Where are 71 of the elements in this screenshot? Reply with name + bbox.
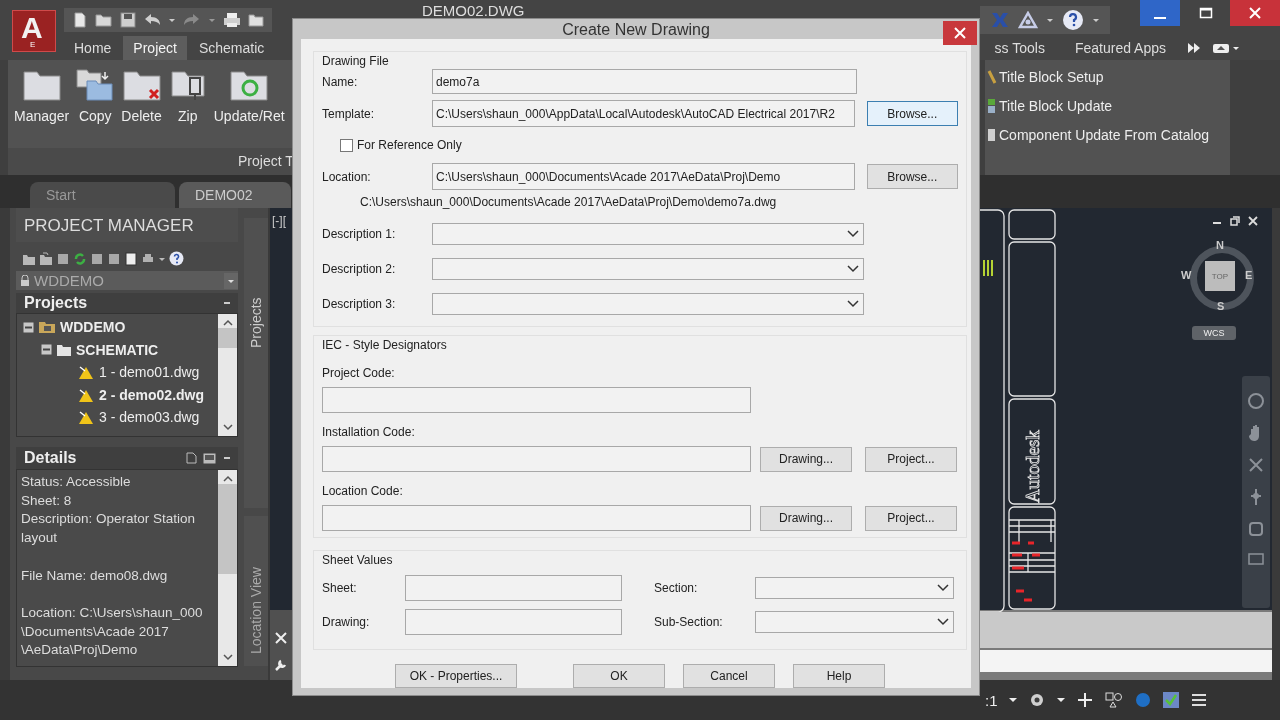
dialog-button[interactable]: Drawing... [760, 505, 852, 531]
dialog-button[interactable]: OK - Properties... [395, 664, 517, 688]
tree-item[interactable]: 3 - demo03.dwg [99, 409, 200, 426]
tree-item[interactable]: 1 - demo01.dwg [99, 364, 200, 381]
ribbon-tab[interactable]: Project [123, 36, 187, 60]
ribbon-button[interactable]: Update/Ret [213, 68, 285, 148]
section-title: Details [24, 449, 77, 467]
ribbon-tab[interactable]: Schematic [188, 36, 275, 60]
ribbon-tab[interactable]: Featured Apps [1064, 36, 1176, 60]
dialog-title: Create New Drawing [562, 20, 710, 39]
detail-text: File Name: demo08.dwg [21, 566, 169, 585]
ribbon-button[interactable]: Manager [14, 68, 70, 148]
group-title: IEC - Style Designators [322, 338, 448, 352]
field-label: Drawing: [322, 615, 371, 629]
ribbon-button[interactable]: Delete [121, 68, 162, 148]
detail-text: Location: C:\Users\shaun_000 \Documents\Acade 2017 \AeData\Proj\Demo [21, 603, 204, 660]
input-field[interactable]: demo7a [432, 69, 857, 94]
section-title: Projects [24, 294, 88, 312]
dialog-button[interactable]: Cancel [683, 664, 775, 688]
file-path-text: C:\Users\shaun_000\Documents\Acade 2017\AeData\Proj\Demo\demo7a.dwg [360, 195, 778, 211]
field-label: Description 1: [322, 226, 397, 241]
group-title: Drawing File [322, 54, 390, 68]
application-menu-button[interactable]: AE [12, 10, 56, 52]
compass-label: E [1245, 269, 1253, 281]
browse-button[interactable]: Browse... [866, 101, 958, 126]
input-field[interactable]: C:\Users\shaun_000\Documents\Acade 2017\AeData\Proj\Demo [432, 163, 855, 190]
ribbon-tab[interactable]: ss Tools [984, 36, 1055, 60]
field-label: Template: [322, 106, 376, 121]
group-title: Sheet Values [322, 553, 394, 567]
compass-label: W [1181, 269, 1192, 281]
side-tab[interactable]: Projects [244, 218, 268, 508]
dialog-button[interactable]: Project... [865, 505, 957, 531]
detail-text: Sheet: 8 [21, 491, 73, 510]
palette-title: PROJECT MANAGER [16, 208, 238, 242]
compass-label: N [1216, 239, 1224, 251]
field-label: Installation Code: [322, 425, 416, 439]
field-label: Description 3: [322, 296, 397, 311]
ribbon-button[interactable]: Zip [167, 68, 208, 148]
detail-text: Status: Accessible [21, 473, 132, 491]
tree-item[interactable]: WDDEMO [60, 319, 126, 336]
field-label: Section: [654, 581, 699, 595]
ribbon-button[interactable]: Copy [75, 68, 116, 148]
annotation-scale[interactable]: :1 [985, 691, 998, 709]
side-tab[interactable]: Location View [244, 516, 268, 666]
tree-item[interactable]: SCHEMATIC [76, 341, 159, 358]
ribbon-tool-button[interactable]: Title Block Setup [985, 66, 1230, 87]
ribbon-tool-button[interactable]: Title Block Update [985, 95, 1230, 116]
tree-item[interactable]: 2 - demo02.dwg [99, 386, 205, 403]
field-label: Sheet: [322, 581, 358, 595]
viewport-label[interactable]: [-][ [272, 214, 286, 228]
dialog-button[interactable]: Drawing... [760, 446, 852, 472]
input-field[interactable]: C:\Users\shaun_000\AppData\Local\Autodesk\AutoCAD Electrical 2017\R2 [432, 100, 855, 127]
ribbon-tool-button[interactable]: Component Update From Catalog [985, 124, 1230, 145]
field-label: Sub-Section: [654, 615, 724, 629]
field-label: Description 2: [322, 261, 397, 276]
drawing-text: Autodesk [1022, 430, 1043, 503]
field-label: Project Code: [322, 366, 396, 380]
dialog-button[interactable]: Project... [865, 446, 957, 472]
browse-button[interactable]: Browse... [866, 164, 958, 189]
field-label: Name: [322, 74, 359, 89]
checkbox-label[interactable]: For Reference Only [357, 138, 462, 152]
dialog-button[interactable]: OK [573, 664, 665, 688]
detail-text: Description: Operator Station layout [21, 510, 197, 548]
dialog-button[interactable]: Help [793, 664, 885, 688]
ribbon-tab[interactable]: Home [64, 36, 122, 60]
window-title: DEMO02.DWG [422, 2, 525, 19]
compass-label: S [1217, 300, 1225, 312]
file-tab[interactable]: DEMO02 [179, 182, 291, 208]
field-label: Location Code: [322, 484, 404, 498]
field-label: Location: [322, 169, 372, 184]
ucs-menu[interactable]: WCS [1192, 326, 1236, 340]
